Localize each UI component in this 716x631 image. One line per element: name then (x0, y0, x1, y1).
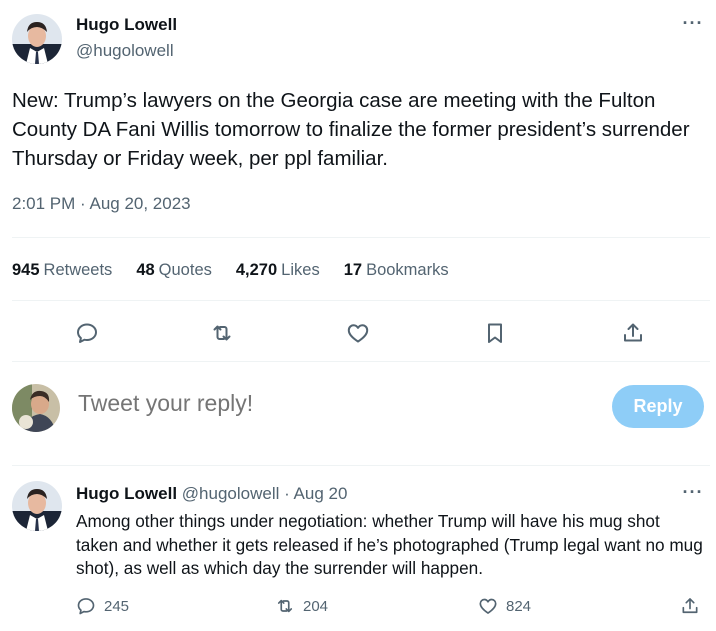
quotes-stat[interactable]: 48 Quotes (136, 261, 212, 280)
reply-more-options-icon[interactable]: ··· (682, 483, 704, 505)
reply-input[interactable] (78, 390, 578, 417)
divider (12, 300, 710, 301)
likes-stat[interactable]: 4,270 Likes (236, 261, 320, 280)
likes-count: 4,270 (235, 261, 278, 279)
share-icon (624, 323, 642, 342)
retweet-button[interactable] (205, 316, 239, 350)
retweets-stat[interactable]: 945 Retweets (12, 261, 112, 280)
reply-retweet-button[interactable]: 204 (275, 596, 328, 616)
reply-reply-button[interactable]: 245 (76, 596, 129, 616)
divider (12, 361, 710, 362)
author-avatar[interactable] (12, 14, 62, 64)
author-handle[interactable]: @hugolowell (76, 41, 174, 61)
share-button[interactable] (616, 316, 650, 350)
like-button[interactable] (341, 316, 375, 350)
reply-button[interactable] (70, 316, 104, 350)
reply-submit-button[interactable]: Reply (612, 385, 704, 428)
divider (12, 237, 710, 238)
reply-icon (77, 598, 95, 615)
divider (12, 465, 710, 466)
reply-actions: 245 204 824 (0, 596, 716, 622)
tweet-timestamp[interactable]: 2:01 PM · Aug 20, 2023 (12, 194, 191, 214)
reply-count: 245 (104, 597, 130, 615)
reply-header: Hugo Lowell @hugolowell · Aug 20 (76, 484, 347, 504)
quotes-label: Quotes (158, 261, 212, 279)
more-options-icon[interactable]: ··· (682, 14, 704, 36)
like-count: 824 (506, 597, 532, 615)
retweet-icon (277, 599, 293, 613)
reply-text: Among other things under negotiation: wh… (76, 511, 703, 578)
reply-like-button[interactable]: 824 (478, 596, 531, 616)
tweet-stats: 945 Retweets 48 Quotes 4,270 Likes 17 Bookma… (12, 261, 473, 280)
retweet-icon (213, 325, 231, 341)
retweets-label: Retweets (43, 261, 113, 279)
bookmark-icon (488, 323, 502, 343)
reply-share-button[interactable] (680, 596, 700, 616)
likes-label: Likes (281, 261, 320, 279)
retweets-count: 945 (12, 261, 40, 279)
bookmark-button[interactable] (478, 316, 512, 350)
user-avatar[interactable] (12, 384, 60, 432)
tweet-actions (0, 316, 716, 350)
reply-icon (77, 323, 97, 343)
quotes-count: 48 (136, 261, 155, 279)
tweet-text: New: Trump’s lawyers on the Georgia case… (12, 89, 690, 170)
bookmarks-stat[interactable]: 17 Bookmarks (344, 261, 449, 280)
retweet-count: 204 (303, 597, 329, 615)
author-name[interactable]: Hugo Lowell (76, 15, 177, 35)
heart-icon (479, 598, 497, 614)
bookmarks-label: Bookmarks (366, 261, 449, 279)
bookmarks-count: 17 (343, 261, 363, 279)
reply-author-name[interactable]: Hugo Lowell (76, 484, 177, 503)
heart-icon (347, 324, 369, 343)
reply-author-avatar[interactable] (12, 481, 62, 531)
reply-meta[interactable]: @hugolowell · Aug 20 (182, 484, 348, 503)
share-icon (682, 598, 698, 614)
